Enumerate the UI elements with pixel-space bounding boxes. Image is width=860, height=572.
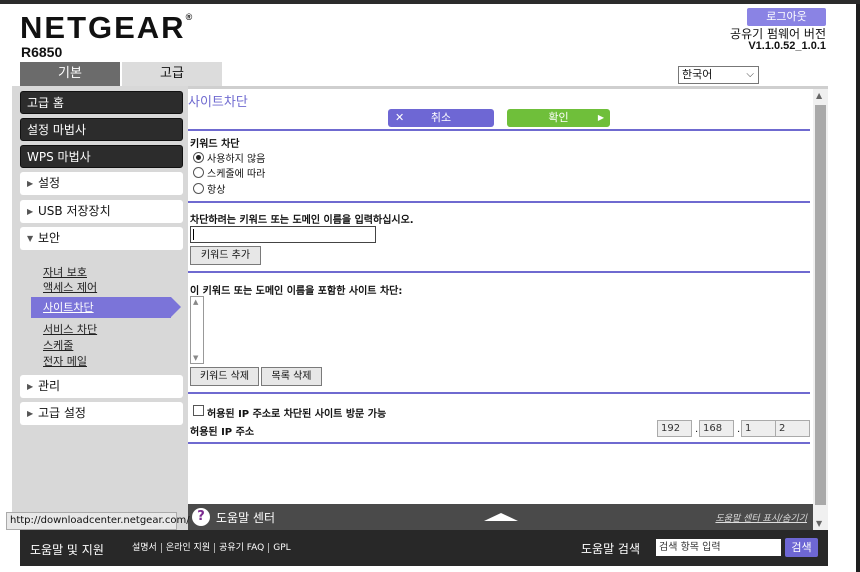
ip-dot: . xyxy=(695,424,699,435)
sidebar-section-advanced-setup[interactable]: ▶ 고급 설정 xyxy=(20,402,183,425)
sidebar-item-access-control[interactable]: 액세스 제어 xyxy=(43,279,97,295)
tab-advanced[interactable]: 고급 xyxy=(122,62,222,86)
footer-link-manual[interactable]: 설명서 xyxy=(128,543,162,553)
scroll-up-icon[interactable]: ▲ xyxy=(193,298,198,306)
keyword-input-prompt: 차단하려는 키워드 또는 도메인 이름을 입력하십시오. xyxy=(190,215,414,226)
triangle-right-icon: ▶ xyxy=(27,179,34,188)
help-icon: ? xyxy=(192,508,210,526)
tab-basic[interactable]: 기본 xyxy=(20,62,120,86)
triangle-right-icon: ▶ xyxy=(27,409,34,418)
firmware-version: V1.1.0.52_1.0.1 xyxy=(748,40,826,52)
radio-button-selected[interactable] xyxy=(193,152,204,163)
netgear-logo: NETGEAR® xyxy=(20,10,193,45)
help-center-bar[interactable]: ? 도움말 센터 도움말 센터 표시/숨기기 xyxy=(188,504,813,530)
keyword-input[interactable] xyxy=(190,226,376,243)
sidebar-section-usb[interactable]: ▶ USB 저장장치 xyxy=(20,200,183,223)
sidebar-section-admin[interactable]: ▶ 관리 xyxy=(20,375,183,398)
divider xyxy=(188,271,810,273)
allow-trusted-ip-checkbox[interactable] xyxy=(193,405,204,416)
triangle-right-icon: ▶ xyxy=(27,207,34,216)
footer: 도움말 및 지원 설명서 온라인 지원 공유기 FAQ GPL 도움말 검색 검… xyxy=(20,530,828,566)
sidebar-item-schedule[interactable]: 스케줄 xyxy=(43,337,73,353)
allow-trusted-ip-label: 허용된 IP 주소로 차단된 사이트 방문 가능 xyxy=(207,409,387,420)
divider xyxy=(188,442,810,444)
triangle-down-icon: ▼ xyxy=(27,234,34,243)
status-bar-url: http://downloadcenter.netgear.com/ xyxy=(6,512,190,530)
radio-disabled[interactable]: 사용하지 않음 xyxy=(193,150,265,165)
delete-keyword-button[interactable]: 키워드 삭제 xyxy=(190,367,259,386)
chevron-down-icon: ⌵ xyxy=(746,69,754,80)
arrow-right-icon: ▶ xyxy=(597,113,604,122)
window-right-edge xyxy=(856,4,860,572)
blocked-list-label: 이 키워드 또는 도메인 이름을 포함한 사이트 차단: xyxy=(190,286,403,297)
trusted-ip-octet-1[interactable]: 192 xyxy=(657,420,692,437)
footer-link-faq[interactable]: 공유기 FAQ xyxy=(215,543,270,553)
radio-button[interactable] xyxy=(193,183,204,194)
sidebar-section-setup[interactable]: ▶ 설정 xyxy=(20,172,183,195)
clear-list-button[interactable]: 목록 삭제 xyxy=(261,367,322,386)
window-top-strip xyxy=(0,0,860,4)
footer-title: 도움말 및 지원 xyxy=(30,543,104,557)
cancel-button[interactable]: ✕ 취소 xyxy=(388,109,494,127)
trusted-ip-octet-4[interactable]: 2 xyxy=(775,420,810,437)
sidebar-section-security[interactable]: ▼ 보안 xyxy=(20,227,183,250)
scroll-up-icon[interactable]: ▲ xyxy=(816,91,822,100)
divider xyxy=(188,201,810,203)
footer-links: 설명서 온라인 지원 공유기 FAQ GPL xyxy=(128,543,295,553)
apply-button[interactable]: 확인 ▶ xyxy=(507,109,610,127)
footer-link-gpl[interactable]: GPL xyxy=(269,543,294,553)
page-title: 사이트차단 xyxy=(188,95,248,110)
ip-dot: . xyxy=(737,424,741,435)
sidebar-item-block-sites[interactable]: 사이트차단 xyxy=(31,297,181,318)
sidebar-item-email[interactable]: 전자 메일 xyxy=(43,353,87,369)
divider xyxy=(188,392,810,394)
keyword-block-label: 키워드 차단 xyxy=(190,139,240,150)
sidebar-setup-wizard[interactable]: 설정 마법사 xyxy=(20,118,183,141)
blocked-keyword-list[interactable]: ▲ ▼ xyxy=(190,296,204,364)
help-search-input[interactable]: 검색 항목 입력 xyxy=(656,539,781,556)
footer-link-online-support[interactable]: 온라인 지원 xyxy=(162,543,216,553)
main-scrollbar[interactable]: ▲ ▼ xyxy=(813,89,828,530)
main-content: 사이트차단 ✕ 취소 확인 ▶ 키워드 차단 사용하지 않음 스케줄에 따라 항상 … xyxy=(188,89,813,504)
help-search-label: 도움말 검색 xyxy=(581,542,641,556)
trusted-ip-octet-2[interactable]: 168 xyxy=(699,420,734,437)
sidebar-advanced-home[interactable]: 고급 홈 xyxy=(20,91,183,114)
divider xyxy=(188,129,810,131)
trusted-ip-octet-3[interactable]: 1 xyxy=(741,420,776,437)
add-keyword-button[interactable]: 키워드 추가 xyxy=(190,246,261,265)
radio-button[interactable] xyxy=(193,167,204,178)
help-toggle-link[interactable]: 도움말 센터 표시/숨기기 xyxy=(715,511,807,524)
sidebar-item-parental-control[interactable]: 자녀 보호 xyxy=(43,264,87,280)
radio-per-schedule[interactable]: 스케줄에 따라 xyxy=(193,165,265,180)
expand-triangle-icon[interactable] xyxy=(484,513,518,521)
radio-always[interactable]: 항상 xyxy=(193,181,225,196)
scroll-down-icon[interactable]: ▼ xyxy=(816,519,822,528)
sidebar: 고급 홈 설정 마법사 WPS 마법사 ▶ 설정 ▶ USB 저장장치 ▼ 보안 자녀… xyxy=(12,86,188,530)
scrollbar-thumb[interactable] xyxy=(815,105,826,505)
scroll-down-icon[interactable]: ▼ xyxy=(193,354,198,362)
triangle-right-icon: ▶ xyxy=(27,382,34,391)
close-icon: ✕ xyxy=(395,111,405,124)
sidebar-wps-wizard[interactable]: WPS 마법사 xyxy=(20,145,183,168)
language-select[interactable]: 한국어 ⌵ xyxy=(678,66,759,84)
help-search-button[interactable]: 검색 xyxy=(785,538,818,557)
help-center-title: 도움말 센터 xyxy=(216,511,276,525)
logout-button[interactable]: 로그아웃 xyxy=(747,8,826,26)
sidebar-item-block-services[interactable]: 서비스 차단 xyxy=(43,321,97,337)
trusted-ip-label: 허용된 IP 주소 xyxy=(190,427,255,438)
model-name: R6850 xyxy=(21,44,63,60)
